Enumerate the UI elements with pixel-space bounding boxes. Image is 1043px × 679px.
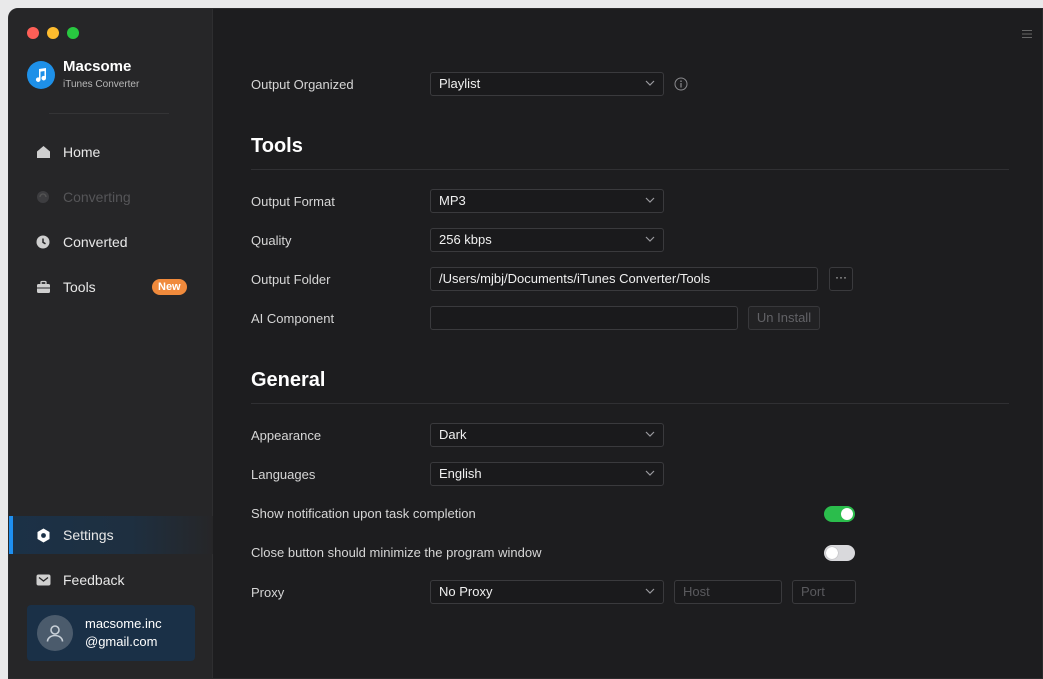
output-folder-label: Output Folder: [251, 272, 331, 287]
proxy-select[interactable]: No Proxy: [430, 580, 664, 604]
ai-component-field[interactable]: [430, 306, 738, 330]
select-value: 256 kbps: [439, 232, 492, 247]
select-value: English: [439, 466, 482, 481]
sidebar-item-home[interactable]: Home: [9, 133, 213, 171]
sidebar-item-label: Converting: [63, 189, 131, 205]
appearance-select[interactable]: Dark: [430, 423, 664, 447]
proxy-label: Proxy: [251, 585, 285, 600]
divider: [251, 169, 1009, 170]
output-organized-select[interactable]: Playlist: [430, 72, 664, 96]
sidebar: Macsome iTunes Converter Home Converting…: [9, 9, 213, 678]
browse-folder-button[interactable]: ···: [829, 267, 853, 291]
notification-toggle[interactable]: [824, 506, 855, 522]
toggle-knob: [841, 508, 853, 520]
output-organized-label: Output Organized: [251, 77, 354, 92]
ai-component-label: AI Component: [251, 311, 335, 326]
menu-icon[interactable]: [1022, 27, 1032, 42]
sidebar-item-converting[interactable]: Converting: [9, 178, 213, 216]
select-value: MP3: [439, 193, 466, 208]
user-icon: [46, 625, 64, 642]
divider: [49, 113, 169, 114]
notification-label: Show notification upon task completion: [251, 506, 476, 521]
toggle-knob: [826, 547, 838, 559]
output-folder-field[interactable]: /Users/mjbj/Documents/iTunes Converter/T…: [430, 267, 818, 291]
sidebar-item-converted[interactable]: Converted: [9, 223, 213, 261]
new-badge: New: [152, 279, 187, 295]
sidebar-item-settings[interactable]: Settings: [9, 516, 213, 554]
account-email-line1: macsome.inc: [85, 616, 162, 631]
chevron-down-icon: [645, 80, 655, 86]
app-subtitle: iTunes Converter: [63, 79, 140, 90]
sidebar-item-label: Tools: [63, 279, 96, 295]
account-email-line2: @gmail.com: [85, 634, 158, 649]
sidebar-item-label: Home: [63, 144, 101, 160]
brand: Macsome iTunes Converter: [27, 59, 139, 90]
app-name: Macsome: [63, 58, 132, 75]
output-format-select[interactable]: MP3: [430, 189, 664, 213]
quality-label: Quality: [251, 233, 292, 248]
output-format-label: Output Format: [251, 194, 335, 209]
select-value: Dark: [439, 427, 467, 442]
settings-panel: Output Organized Playlist Tools Output F…: [214, 9, 1042, 678]
sidebar-item-label: Feedback: [63, 572, 125, 588]
home-icon: [35, 144, 51, 160]
clock-icon: [35, 234, 51, 250]
zoom-window-button[interactable]: [67, 27, 79, 39]
info-icon[interactable]: [674, 77, 688, 91]
mail-icon: [35, 572, 51, 588]
sidebar-item-feedback[interactable]: Feedback: [9, 561, 213, 599]
appearance-label: Appearance: [251, 428, 322, 443]
chevron-down-icon: [645, 431, 655, 437]
divider: [251, 403, 1009, 404]
sidebar-item-label: Settings: [63, 527, 114, 543]
languages-label: Languages: [251, 467, 316, 482]
avatar: [37, 615, 73, 651]
quality-select[interactable]: 256 kbps: [430, 228, 664, 252]
chevron-down-icon: [645, 236, 655, 242]
chevron-down-icon: [645, 588, 655, 594]
converting-icon: [35, 189, 51, 205]
window-controls: [27, 27, 79, 39]
sidebar-item-label: Converted: [63, 234, 128, 250]
toolbox-icon: [35, 279, 51, 295]
uninstall-button[interactable]: Un Install: [748, 306, 820, 330]
minimize-window-button[interactable]: [47, 27, 59, 39]
general-section-title: General: [251, 369, 326, 391]
settings-icon: [35, 527, 51, 543]
select-value: Playlist: [439, 76, 481, 91]
account-card[interactable]: macsome.inc @gmail.com: [27, 605, 195, 661]
app-logo-icon: [27, 60, 55, 89]
select-value: No Proxy: [439, 584, 493, 599]
close-window-button[interactable]: [27, 27, 39, 39]
chevron-down-icon: [645, 470, 655, 476]
languages-select[interactable]: English: [430, 462, 664, 486]
close-minimize-toggle[interactable]: [824, 545, 855, 561]
chevron-down-icon: [645, 197, 655, 203]
close-minimize-label: Close button should minimize the program…: [251, 545, 542, 560]
proxy-host-input[interactable]: Host: [674, 580, 782, 604]
app-window: Macsome iTunes Converter Home Converting…: [8, 8, 1043, 679]
sidebar-item-tools[interactable]: Tools New: [9, 268, 213, 306]
tools-section-title: Tools: [251, 135, 303, 157]
proxy-port-input[interactable]: Port: [792, 580, 856, 604]
